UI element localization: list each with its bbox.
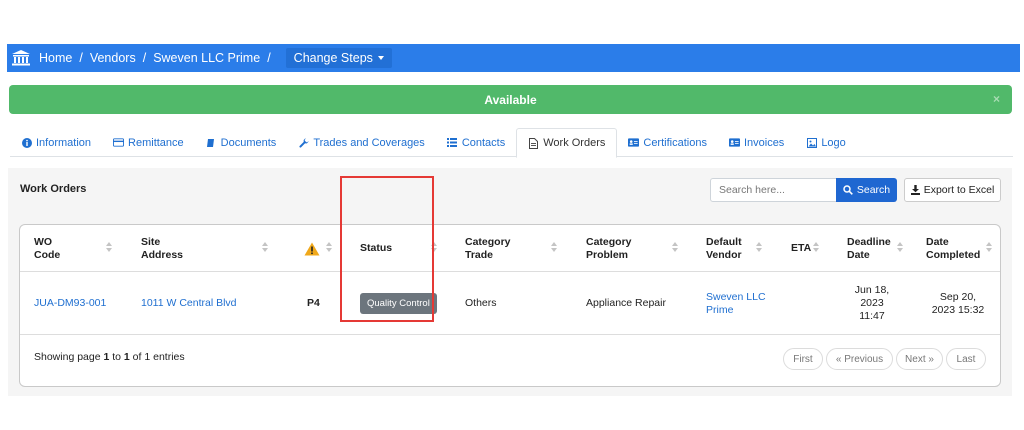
info-icon — [21, 137, 32, 148]
warning-icon — [304, 242, 320, 255]
date-completed-cell: Sep 20, 2023 15:32 — [931, 290, 985, 316]
list-icon — [447, 138, 458, 148]
priority-cell: P4 — [307, 297, 320, 309]
file-icon — [528, 137, 539, 149]
tab-label: Contacts — [461, 136, 506, 149]
change-steps-label: Change Steps — [293, 51, 373, 65]
tab-documents[interactable]: Documents — [195, 128, 288, 157]
pager-previous[interactable]: « Previous — [826, 348, 893, 370]
tab-label: Work Orders — [543, 137, 606, 149]
image-icon — [806, 137, 817, 148]
search-button[interactable]: Search — [836, 178, 897, 202]
pager-last[interactable]: Last — [946, 348, 986, 370]
tab-label: Documents — [220, 136, 277, 149]
sort-icon[interactable] — [326, 242, 332, 254]
breadcrumb-home[interactable]: Home — [39, 51, 72, 65]
bank-icon[interactable] — [11, 49, 31, 67]
header-category-problem[interactable]: Category Problem — [586, 225, 676, 272]
sort-icon[interactable] — [672, 242, 678, 254]
download-icon — [910, 185, 920, 195]
tab-label: Remittance — [128, 136, 184, 149]
tab-label: Invoices — [743, 136, 785, 149]
panel-title: Work Orders — [20, 183, 87, 195]
pager-next[interactable]: Next » — [896, 348, 943, 370]
tab-logo[interactable]: Logo — [795, 128, 856, 157]
category-problem-cell: Appliance Repair — [586, 297, 666, 309]
pagination-info: Showing page 1 to 1 of 1 entries — [34, 351, 185, 363]
vendor-tabs: Information Remittance Documents Trades … — [10, 128, 1013, 158]
table-row: JUA-DM93-001 1011 W Central Blvd P4 Qual… — [20, 272, 1000, 335]
search-icon — [843, 185, 853, 195]
header-date-completed[interactable]: Date Completed — [926, 225, 986, 272]
sort-icon[interactable] — [262, 242, 268, 254]
default-vendor-link[interactable]: Sweven LLC Prime — [706, 272, 766, 335]
breadcrumb-separator: / — [267, 51, 271, 65]
work-orders-panel: Work Orders Search Export to Excel WOCod… — [8, 168, 1012, 396]
wo-code-link[interactable]: JUA-DM93-001 — [34, 272, 106, 335]
tab-invoices[interactable]: Invoices — [718, 128, 795, 157]
tab-label: Certifications — [643, 136, 707, 149]
tab-remittance[interactable]: Remittance — [102, 128, 195, 157]
sort-icon[interactable] — [106, 242, 112, 254]
breadcrumb-vendors[interactable]: Vendors — [90, 51, 136, 65]
tab-work-orders[interactable]: Work Orders — [516, 128, 618, 158]
search-input[interactable] — [710, 178, 837, 202]
pager-first[interactable]: First — [783, 348, 823, 370]
category-trade-cell: Others — [465, 297, 497, 309]
close-icon[interactable]: × — [993, 92, 1000, 106]
status-highlight-box — [340, 176, 434, 322]
tab-certifications[interactable]: Certifications — [617, 128, 718, 157]
alert-text: Available — [484, 92, 537, 107]
sort-icon[interactable] — [756, 242, 762, 254]
caret-down-icon — [377, 56, 384, 60]
header-site-address[interactable]: Site Address — [141, 225, 251, 272]
status-alert: Available × — [9, 85, 1012, 114]
tab-label: Logo — [821, 136, 846, 149]
breadcrumb-separator: / — [142, 51, 147, 65]
search-button-label: Search — [856, 184, 891, 196]
id-card-icon — [728, 138, 740, 148]
table-header-row: WO Code Site Address Status Category Trade … — [20, 225, 1000, 272]
credit-card-icon — [113, 138, 125, 148]
tab-contacts[interactable]: Contacts — [436, 128, 516, 157]
id-card-icon — [628, 138, 640, 148]
tab-label: Information — [36, 136, 92, 149]
sort-icon[interactable] — [986, 242, 992, 254]
export-button-label: Export to Excel — [923, 184, 995, 196]
header-category-trade[interactable]: Category Trade — [465, 225, 545, 272]
book-icon — [206, 138, 217, 148]
change-steps-dropdown[interactable]: Change Steps — [285, 48, 392, 68]
sort-icon[interactable] — [813, 242, 819, 254]
work-orders-table: WO Code Site Address Status Category Trade … — [19, 224, 1001, 387]
breadcrumb-vendor-name[interactable]: Sweven LLC Prime — [153, 51, 260, 65]
header-deadline-date[interactable]: Deadline Date — [847, 225, 902, 272]
deadline-date-cell: Jun 18, 2023 11:47 — [854, 284, 890, 322]
tab-information[interactable]: Information — [10, 128, 102, 157]
export-excel-button[interactable]: Export to Excel — [904, 178, 1001, 202]
breadcrumb-separator: / — [79, 51, 83, 65]
breadcrumb-bar: Home / Vendors / Sweven LLC Prime / Chan… — [7, 44, 1020, 72]
tab-trades[interactable]: Trades and Coverages — [287, 128, 436, 157]
tab-label: Trades and Coverages — [313, 136, 425, 149]
sort-icon[interactable] — [551, 242, 557, 254]
sort-icon[interactable] — [897, 242, 903, 254]
header-priority[interactable] — [304, 225, 324, 272]
header-eta[interactable]: ETA — [791, 225, 815, 272]
site-address-link[interactable]: 1011 W Central Blvd — [141, 272, 237, 335]
wrench-icon — [298, 138, 309, 148]
header-wo-code[interactable]: WO Code — [34, 225, 104, 272]
